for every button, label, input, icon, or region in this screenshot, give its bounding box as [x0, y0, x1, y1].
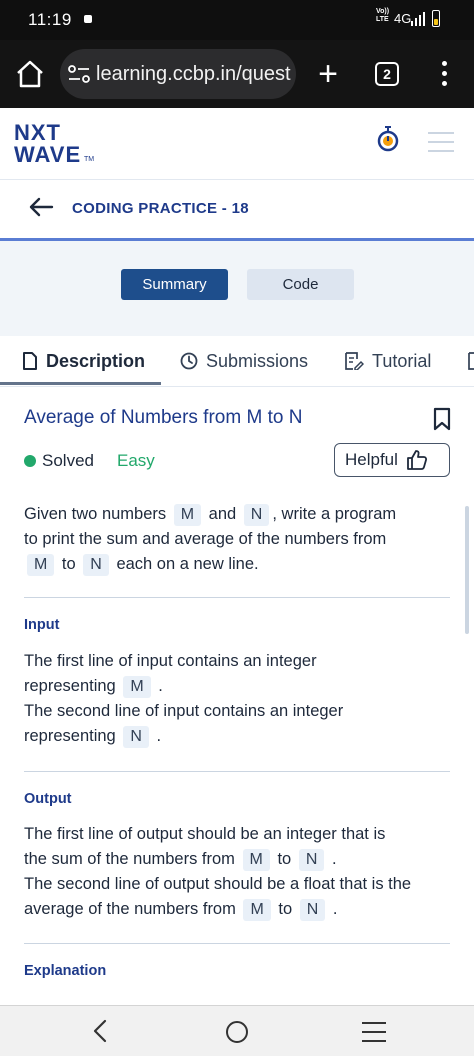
code-m: M [123, 676, 151, 698]
desc-text: to print the sum and average of the numb… [24, 530, 387, 548]
browser-menu-icon[interactable] [434, 60, 454, 88]
helpful-label: Helpful [345, 450, 398, 469]
difficulty-badge: Easy [117, 451, 155, 470]
output-heading: Output [24, 791, 72, 807]
output-text: . [331, 850, 337, 868]
code-button[interactable]: Code [247, 269, 354, 300]
tab-description-label: Description [46, 350, 146, 371]
section-divider [24, 597, 450, 598]
tab-switcher-button[interactable]: 2 [375, 62, 399, 86]
problem-statement: Given two numbers M and N, write a progr… [24, 502, 454, 577]
status-bar: 11:19 Vo)) LTE 4G [0, 0, 474, 40]
system-nav-bar [0, 1005, 474, 1056]
clock-icon [180, 352, 198, 370]
logo-tm: TM [84, 156, 95, 163]
helpful-button[interactable]: Helpful [334, 443, 450, 477]
question-title: Average of Numbers from M to N [24, 407, 303, 428]
home-icon[interactable] [14, 58, 46, 90]
nav-recents-icon[interactable] [362, 1022, 386, 1042]
bookmark-icon[interactable] [432, 407, 452, 431]
volte-icon: Vo)) LTE [376, 8, 389, 24]
output-text: to [278, 900, 293, 918]
back-arrow-icon[interactable] [28, 196, 54, 218]
input-text: representing [24, 727, 116, 745]
code-n: N [243, 504, 270, 526]
input-description: The first line of input contains an inte… [24, 649, 454, 749]
code-n: N [299, 899, 326, 921]
desc-text: to [61, 555, 76, 573]
input-text: . [156, 727, 162, 745]
notification-icon [84, 15, 92, 23]
input-heading: Input [24, 617, 60, 633]
thumbs-up-icon [407, 450, 427, 470]
description-panel: Average of Numbers from M to N Solved Ea… [0, 387, 474, 1005]
stopwatch-icon[interactable] [376, 125, 400, 153]
code-n: N [123, 726, 149, 748]
document-icon [468, 352, 474, 370]
output-text: the sum of the numbers from [24, 850, 235, 868]
output-description: The first line of output should be an in… [24, 822, 454, 922]
output-text: . [332, 900, 338, 918]
app-header: NXT WAVE TM [0, 108, 474, 180]
logo-line2: WAVE [14, 142, 82, 167]
battery-icon [432, 10, 440, 27]
code-m: M [243, 899, 271, 921]
volte-bottom: LTE [376, 16, 389, 23]
code-m: M [242, 849, 270, 871]
network-type: 4G [394, 11, 412, 26]
tab-description[interactable]: Description [22, 336, 145, 386]
tab-submissions[interactable]: Submissions [180, 336, 308, 386]
output-text: The first line of output should be an in… [24, 825, 386, 843]
code-m: M [173, 504, 202, 526]
tab-tutorial-label: Tutorial [372, 350, 432, 371]
hamburger-menu-icon[interactable] [428, 132, 454, 152]
site-settings-icon[interactable] [68, 64, 90, 84]
desc-text: each on a new line. [116, 555, 259, 573]
volte-top: Vo)) [376, 8, 390, 15]
desc-text: and [208, 505, 237, 523]
tab-bar: Description Submissions Tutorial [0, 336, 474, 387]
browser-toolbar: learning.ccbp.in/quest + 2 [0, 40, 474, 108]
url-bar[interactable]: learning.ccbp.in/quest [60, 49, 296, 99]
tab-submissions-label: Submissions [206, 350, 309, 371]
section-divider [24, 771, 450, 772]
input-text: The second line of input contains an int… [24, 702, 344, 720]
code-n: N [83, 554, 109, 576]
nav-home-icon[interactable] [226, 1021, 248, 1043]
desc-text: , write a program [272, 505, 397, 523]
signal-icon [411, 12, 425, 26]
solved-status: Solved [42, 451, 94, 470]
section-divider [24, 943, 450, 944]
output-text: average of the numbers from [24, 900, 236, 918]
explanation-heading: Explanation [24, 963, 107, 979]
summary-button[interactable]: Summary [121, 269, 228, 300]
scrollbar-thumb[interactable] [465, 506, 469, 634]
code-n: N [298, 849, 325, 871]
view-toggle: Summary Code [0, 241, 474, 336]
input-text: . [158, 677, 163, 695]
desc-text: Given two numbers [24, 505, 167, 523]
solved-status-icon [24, 455, 36, 467]
nxtwave-logo[interactable]: NXT WAVE TM [14, 120, 104, 170]
input-text: representing [24, 677, 116, 695]
status-time: 11:19 [28, 10, 72, 29]
code-m: M [27, 554, 55, 576]
nav-back-icon[interactable] [90, 1018, 110, 1044]
edit-document-icon [345, 352, 364, 370]
document-icon [23, 352, 37, 370]
output-text: The second line of output should be a fl… [24, 875, 412, 893]
page-title: CODING PRACTICE - 18 [72, 200, 249, 217]
tab-overflow[interactable] [468, 336, 474, 386]
new-tab-button[interactable]: + [314, 56, 342, 92]
tab-tutorial[interactable]: Tutorial [344, 336, 431, 386]
output-text: to [277, 850, 292, 868]
url-text[interactable]: learning.ccbp.in/quest [96, 63, 291, 86]
page-header: CODING PRACTICE - 18 [0, 180, 474, 238]
input-text: The first line of input contains an inte… [24, 652, 317, 670]
active-tab-indicator [0, 382, 161, 385]
